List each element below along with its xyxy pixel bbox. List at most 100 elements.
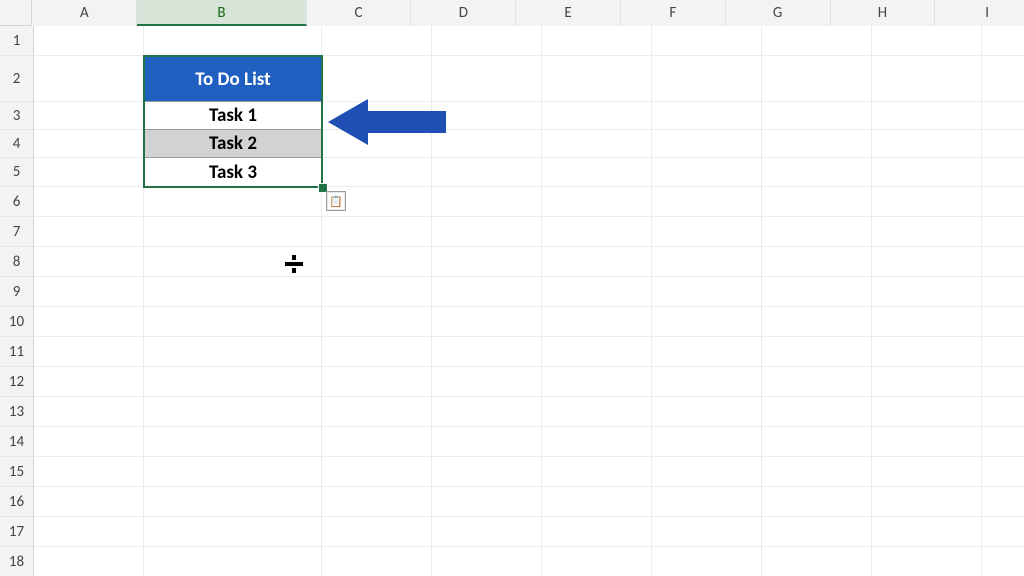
cell-B1[interactable] bbox=[144, 26, 322, 56]
cell-D13[interactable] bbox=[432, 397, 542, 427]
cell-F3[interactable] bbox=[652, 102, 762, 130]
cell-H18[interactable] bbox=[872, 547, 982, 576]
cell-F2[interactable] bbox=[652, 56, 762, 102]
cell-H13[interactable] bbox=[872, 397, 982, 427]
cell-E16[interactable] bbox=[542, 487, 652, 517]
cell-D7[interactable] bbox=[432, 217, 542, 247]
cell-D5[interactable] bbox=[432, 158, 542, 187]
cell-C5[interactable] bbox=[322, 158, 432, 187]
cell-F15[interactable] bbox=[652, 457, 762, 487]
row-header-2[interactable]: 2 bbox=[0, 56, 34, 102]
row-header-17[interactable]: 17 bbox=[0, 517, 34, 547]
cell-C16[interactable] bbox=[322, 487, 432, 517]
cell-D3[interactable] bbox=[432, 102, 542, 130]
cell-I7[interactable] bbox=[982, 217, 1024, 247]
cell-G9[interactable] bbox=[762, 277, 872, 307]
row-header-9[interactable]: 9 bbox=[0, 277, 34, 307]
cell-A9[interactable] bbox=[34, 277, 144, 307]
cell-F1[interactable] bbox=[652, 26, 762, 56]
cell-I3[interactable] bbox=[982, 102, 1024, 130]
cell-F16[interactable] bbox=[652, 487, 762, 517]
cell-G15[interactable] bbox=[762, 457, 872, 487]
cell-D17[interactable] bbox=[432, 517, 542, 547]
column-header-C[interactable]: C bbox=[307, 0, 412, 26]
cell-A17[interactable] bbox=[34, 517, 144, 547]
cell-I1[interactable] bbox=[982, 26, 1024, 56]
cell-B7[interactable] bbox=[144, 217, 322, 247]
cell-I17[interactable] bbox=[982, 517, 1024, 547]
cell-I18[interactable] bbox=[982, 547, 1024, 576]
cell-G3[interactable] bbox=[762, 102, 872, 130]
paste-options-button[interactable]: 📋 bbox=[326, 191, 346, 211]
cell-I11[interactable] bbox=[982, 337, 1024, 367]
cell-E7[interactable] bbox=[542, 217, 652, 247]
cell-E4[interactable] bbox=[542, 130, 652, 158]
cell-G16[interactable] bbox=[762, 487, 872, 517]
row-header-10[interactable]: 10 bbox=[0, 307, 34, 337]
cell-F18[interactable] bbox=[652, 547, 762, 576]
cell-D16[interactable] bbox=[432, 487, 542, 517]
cell-B11[interactable] bbox=[144, 337, 322, 367]
cell-A7[interactable] bbox=[34, 217, 144, 247]
cell-H2[interactable] bbox=[872, 56, 982, 102]
cell-D11[interactable] bbox=[432, 337, 542, 367]
cell-D18[interactable] bbox=[432, 547, 542, 576]
cell-D8[interactable] bbox=[432, 247, 542, 277]
cell-C17[interactable] bbox=[322, 517, 432, 547]
cell-A11[interactable] bbox=[34, 337, 144, 367]
cell-G1[interactable] bbox=[762, 26, 872, 56]
cell-E12[interactable] bbox=[542, 367, 652, 397]
cell-G7[interactable] bbox=[762, 217, 872, 247]
cell-A6[interactable] bbox=[34, 187, 144, 217]
cell-G6[interactable] bbox=[762, 187, 872, 217]
row-header-1[interactable]: 1 bbox=[0, 26, 34, 56]
row-header-16[interactable]: 16 bbox=[0, 487, 34, 517]
column-header-E[interactable]: E bbox=[516, 0, 621, 26]
cell-A13[interactable] bbox=[34, 397, 144, 427]
cell-G13[interactable] bbox=[762, 397, 872, 427]
cell-E15[interactable] bbox=[542, 457, 652, 487]
cell-C11[interactable] bbox=[322, 337, 432, 367]
row-header-7[interactable]: 7 bbox=[0, 217, 34, 247]
cell-D12[interactable] bbox=[432, 367, 542, 397]
cell-F11[interactable] bbox=[652, 337, 762, 367]
select-all-corner[interactable] bbox=[0, 0, 32, 26]
cell-B3[interactable]: Task 1 bbox=[144, 102, 322, 130]
row-header-6[interactable]: 6 bbox=[0, 187, 34, 217]
cell-F17[interactable] bbox=[652, 517, 762, 547]
cell-G5[interactable] bbox=[762, 158, 872, 187]
cell-C18[interactable] bbox=[322, 547, 432, 576]
cell-G2[interactable] bbox=[762, 56, 872, 102]
column-header-F[interactable]: F bbox=[621, 0, 726, 26]
cell-A4[interactable] bbox=[34, 130, 144, 158]
cell-H3[interactable] bbox=[872, 102, 982, 130]
column-header-B[interactable]: B bbox=[137, 0, 307, 26]
cell-D2[interactable] bbox=[432, 56, 542, 102]
cell-B4[interactable]: Task 2 bbox=[144, 130, 322, 158]
cell-C10[interactable] bbox=[322, 307, 432, 337]
cell-F10[interactable] bbox=[652, 307, 762, 337]
cell-F5[interactable] bbox=[652, 158, 762, 187]
cell-G4[interactable] bbox=[762, 130, 872, 158]
cell-H6[interactable] bbox=[872, 187, 982, 217]
cell-D4[interactable] bbox=[432, 130, 542, 158]
cell-H4[interactable] bbox=[872, 130, 982, 158]
row-header-11[interactable]: 11 bbox=[0, 337, 34, 367]
cell-G12[interactable] bbox=[762, 367, 872, 397]
cell-I2[interactable] bbox=[982, 56, 1024, 102]
cell-G18[interactable] bbox=[762, 547, 872, 576]
cell-E18[interactable] bbox=[542, 547, 652, 576]
cell-A18[interactable] bbox=[34, 547, 144, 576]
column-header-A[interactable]: A bbox=[32, 0, 137, 26]
cell-H17[interactable] bbox=[872, 517, 982, 547]
cell-A10[interactable] bbox=[34, 307, 144, 337]
row-header-4[interactable]: 4 bbox=[0, 130, 34, 158]
cell-E8[interactable] bbox=[542, 247, 652, 277]
cell-E14[interactable] bbox=[542, 427, 652, 457]
cell-E6[interactable] bbox=[542, 187, 652, 217]
cell-A8[interactable] bbox=[34, 247, 144, 277]
cell-B10[interactable] bbox=[144, 307, 322, 337]
cell-A3[interactable] bbox=[34, 102, 144, 130]
cell-D10[interactable] bbox=[432, 307, 542, 337]
cell-F14[interactable] bbox=[652, 427, 762, 457]
